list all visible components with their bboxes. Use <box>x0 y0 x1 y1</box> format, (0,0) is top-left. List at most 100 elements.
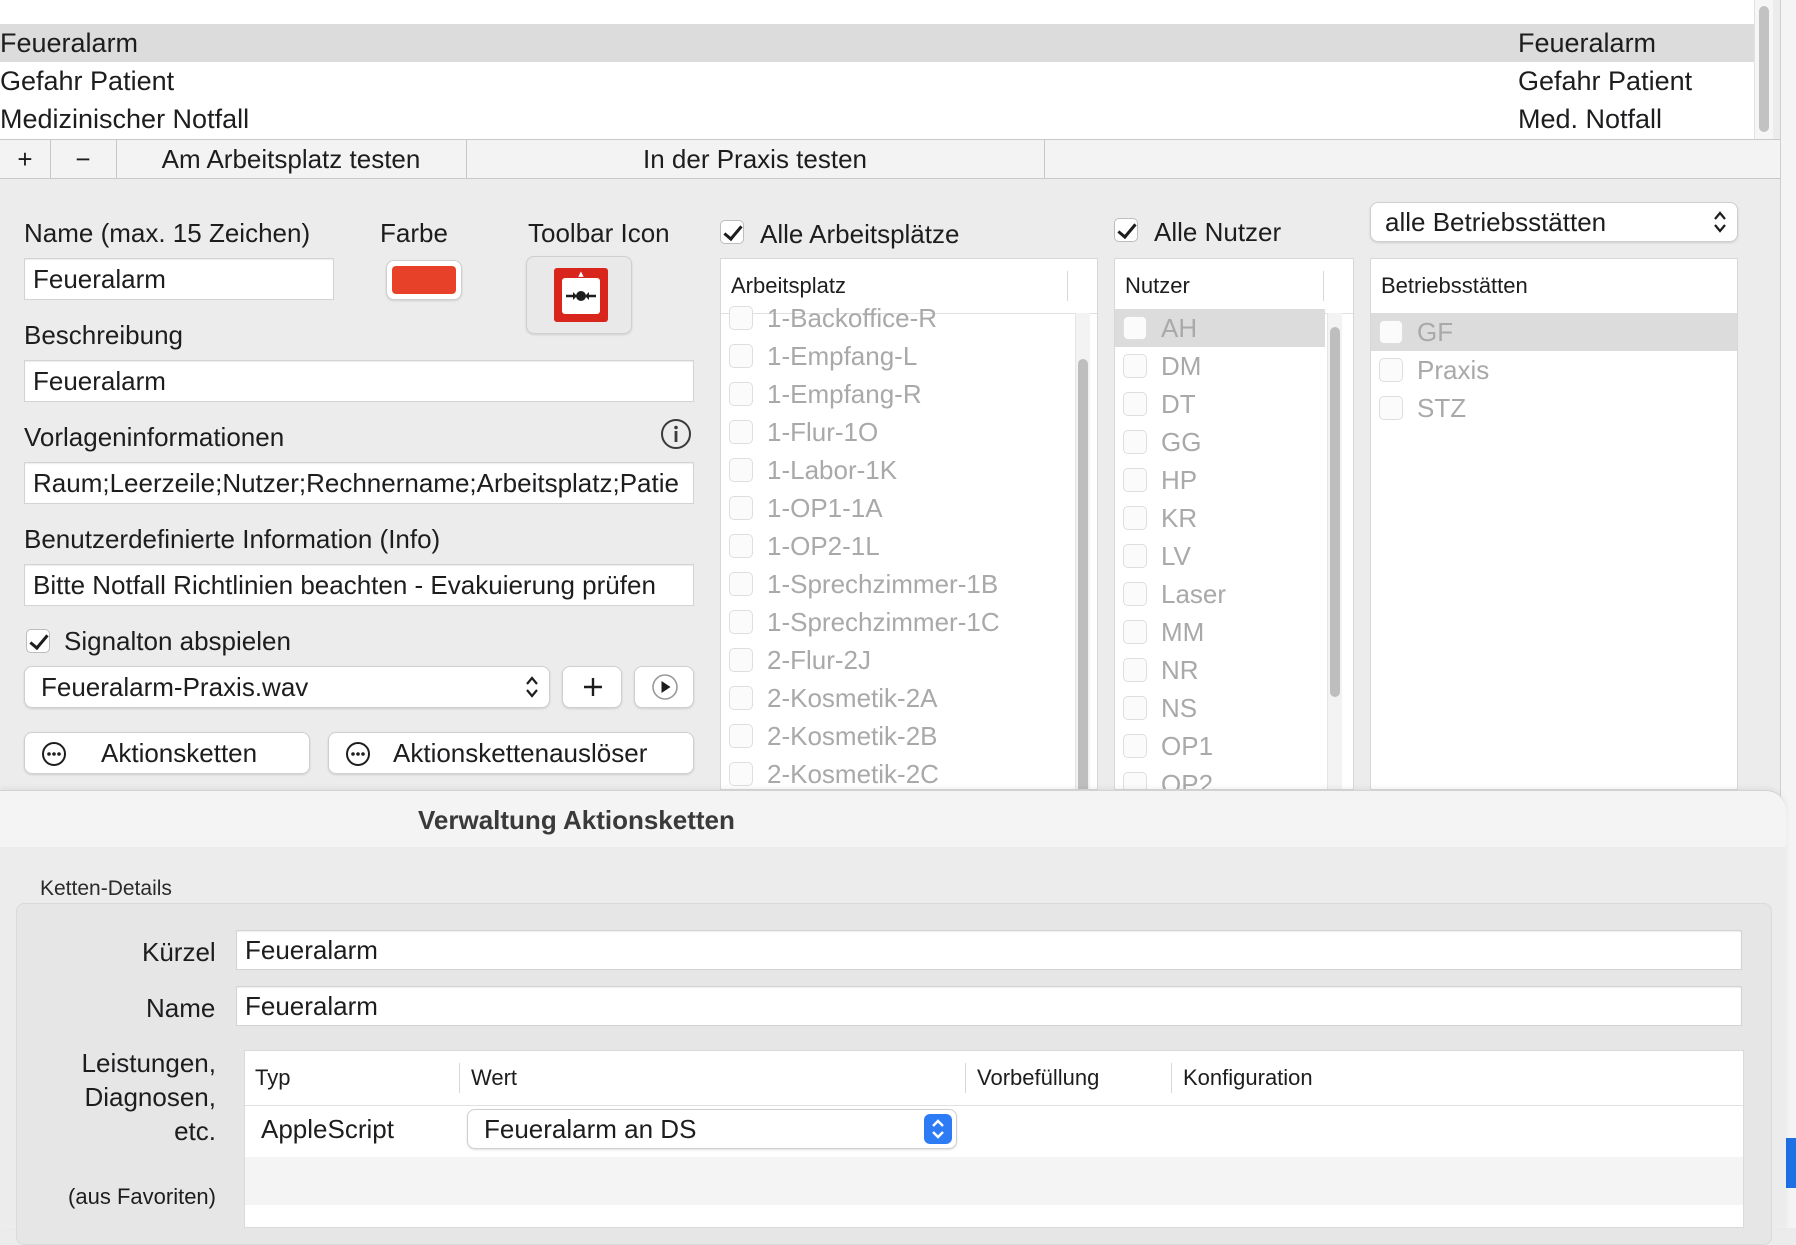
workstations-table[interactable]: Arbeitsplatz 1-Backoffice-R 1-Empfang-L 1-… <box>720 258 1098 790</box>
item-checkbox[interactable] <box>1123 696 1147 720</box>
item-checkbox[interactable] <box>729 496 753 520</box>
sound-file-select[interactable]: Feueralarm-Praxis.wav <box>24 666 550 708</box>
item-checkbox[interactable] <box>1123 772 1147 789</box>
item-checkbox[interactable] <box>729 534 753 558</box>
list-item[interactable]: 2-Kosmetik-2A <box>721 679 1073 717</box>
list-item[interactable]: NS <box>1115 689 1325 727</box>
item-checkbox[interactable] <box>729 762 753 786</box>
list-item[interactable]: 1-Empfang-L <box>721 337 1073 375</box>
alarm-row[interactable]: Feueralarm Feueralarm <box>0 24 1754 62</box>
item-checkbox[interactable] <box>1123 392 1147 416</box>
action-chains-button[interactable]: Aktionsketten <box>24 732 310 774</box>
chain-actions-table[interactable]: Typ Wert Vorbefüllung Konfiguration Appl… <box>244 1050 1744 1228</box>
list-item[interactable]: KR <box>1115 499 1325 537</box>
item-checkbox[interactable] <box>729 610 753 634</box>
scrollbar-thumb[interactable] <box>1330 327 1340 697</box>
alarm-row[interactable]: Medizinischer Notfall Med. Notfall <box>0 100 1754 138</box>
color-well[interactable] <box>386 260 462 300</box>
item-checkbox[interactable] <box>1123 506 1147 530</box>
col-prefill-header: Vorbefüllung <box>977 1065 1100 1090</box>
users-scrollbar[interactable] <box>1327 313 1342 789</box>
list-item[interactable]: DM <box>1115 347 1325 385</box>
list-item[interactable]: NR <box>1115 651 1325 689</box>
action-trigger-button[interactable]: Aktionskettenauslöser <box>328 732 694 774</box>
item-checkbox[interactable] <box>729 458 753 482</box>
list-item[interactable]: MM <box>1115 613 1325 651</box>
add-alarm-button[interactable]: + <box>0 140 51 178</box>
item-checkbox[interactable] <box>729 572 753 596</box>
list-item[interactable]: 1-Backoffice-R <box>721 299 1073 337</box>
users-table[interactable]: Nutzer AH DM DT GG HP KR LV Laser MM NR NS OP1 OP2 <box>1114 258 1354 790</box>
list-item[interactable]: LV <box>1115 537 1325 575</box>
item-checkbox[interactable] <box>1379 320 1403 344</box>
template-field[interactable]: Raum;Leerzeile;Nutzer;Rechnername;Arbeit… <box>24 462 694 504</box>
play-sound-checkbox[interactable] <box>26 629 50 653</box>
description-field[interactable]: Feueralarm <box>24 360 694 402</box>
services-label-line3: etc. <box>174 1116 216 1146</box>
item-checkbox[interactable] <box>1379 396 1403 420</box>
list-item[interactable]: 1-Sprechzimmer-1B <box>721 565 1073 603</box>
add-sound-button[interactable] <box>562 666 622 708</box>
item-checkbox[interactable] <box>729 306 753 330</box>
list-item[interactable]: 1-OP2-1L <box>721 527 1073 565</box>
item-checkbox[interactable] <box>729 382 753 406</box>
list-item[interactable]: HP <box>1115 461 1325 499</box>
name-field[interactable]: Feueralarm <box>24 258 334 300</box>
item-checkbox[interactable] <box>729 648 753 672</box>
item-checkbox[interactable] <box>1123 582 1147 606</box>
info-icon[interactable] <box>660 418 692 450</box>
item-checkbox[interactable] <box>1379 358 1403 382</box>
item-checkbox[interactable] <box>1123 658 1147 682</box>
workstations-scrollbar[interactable] <box>1075 313 1090 789</box>
chevron-updown-icon <box>1714 211 1726 233</box>
chain-name-field[interactable]: Feueralarm <box>236 986 1742 1026</box>
list-item[interactable]: 1-OP1-1A <box>721 489 1073 527</box>
test-workstation-button[interactable]: Am Arbeitsplatz testen <box>116 140 467 178</box>
row-value-select[interactable]: Feueralarm an DS <box>467 1109 957 1149</box>
list-item[interactable]: 1-Empfang-R <box>721 375 1073 413</box>
all-workstations-checkbox[interactable] <box>720 220 744 244</box>
remove-alarm-button[interactable]: − <box>50 140 117 178</box>
list-item[interactable]: AH <box>1115 309 1325 347</box>
test-practice-button[interactable]: In der Praxis testen <box>466 140 1045 178</box>
item-checkbox[interactable] <box>729 724 753 748</box>
item-checkbox[interactable] <box>1123 354 1147 378</box>
play-sound-button[interactable] <box>634 666 694 708</box>
list-item[interactable]: DT <box>1115 385 1325 423</box>
item-checkbox[interactable] <box>729 344 753 368</box>
scrollbar-thumb[interactable] <box>1759 6 1769 132</box>
list-item[interactable]: 2-Kosmetik-2C <box>721 755 1073 789</box>
list-item[interactable]: 1-Labor-1K <box>721 451 1073 489</box>
list-item[interactable]: OP1 <box>1115 727 1325 765</box>
toolbar-icon-well[interactable]: ▲ <box>526 256 632 334</box>
alarm-row[interactable]: Gefahr Patient Gefahr Patient <box>0 62 1754 100</box>
alarm-list-scrollbar[interactable] <box>1754 0 1773 140</box>
list-item[interactable]: 1-Flur-1O <box>721 413 1073 451</box>
item-checkbox[interactable] <box>729 686 753 710</box>
item-checkbox[interactable] <box>1123 544 1147 568</box>
list-item[interactable]: GF <box>1371 313 1737 351</box>
table-row[interactable]: AppleScript Feueralarm an DS <box>245 1107 1743 1151</box>
col-type-header: Typ <box>255 1065 291 1090</box>
list-item[interactable]: GG <box>1115 423 1325 461</box>
sites-table[interactable]: Betriebsstätten GF Praxis STZ <box>1370 258 1738 790</box>
custom-info-field[interactable]: Bitte Notfall Richtlinien beachten - Eva… <box>24 564 694 606</box>
item-checkbox[interactable] <box>1123 734 1147 758</box>
list-item[interactable]: Praxis <box>1371 351 1737 389</box>
item-checkbox[interactable] <box>729 420 753 444</box>
sites-select[interactable]: alle Betriebsstätten <box>1370 202 1738 242</box>
list-item[interactable]: 2-Kosmetik-2B <box>721 717 1073 755</box>
list-item[interactable]: 1-Sprechzimmer-1C <box>721 603 1073 641</box>
list-item[interactable]: Laser <box>1115 575 1325 613</box>
all-users-checkbox[interactable] <box>1114 218 1138 242</box>
short-field[interactable]: Feueralarm <box>236 930 1742 970</box>
item-checkbox[interactable] <box>1123 620 1147 644</box>
item-checkbox[interactable] <box>1123 430 1147 454</box>
item-checkbox[interactable] <box>1123 316 1147 340</box>
list-item[interactable]: STZ <box>1371 389 1737 427</box>
list-item[interactable]: OP2 <box>1115 765 1325 789</box>
scrollbar-thumb[interactable] <box>1078 359 1088 789</box>
list-item[interactable]: 2-Flur-2J <box>721 641 1073 679</box>
alarm-list[interactable]: Feueralarm Feueralarm Gefahr Patient Gef… <box>0 0 1754 140</box>
item-checkbox[interactable] <box>1123 468 1147 492</box>
